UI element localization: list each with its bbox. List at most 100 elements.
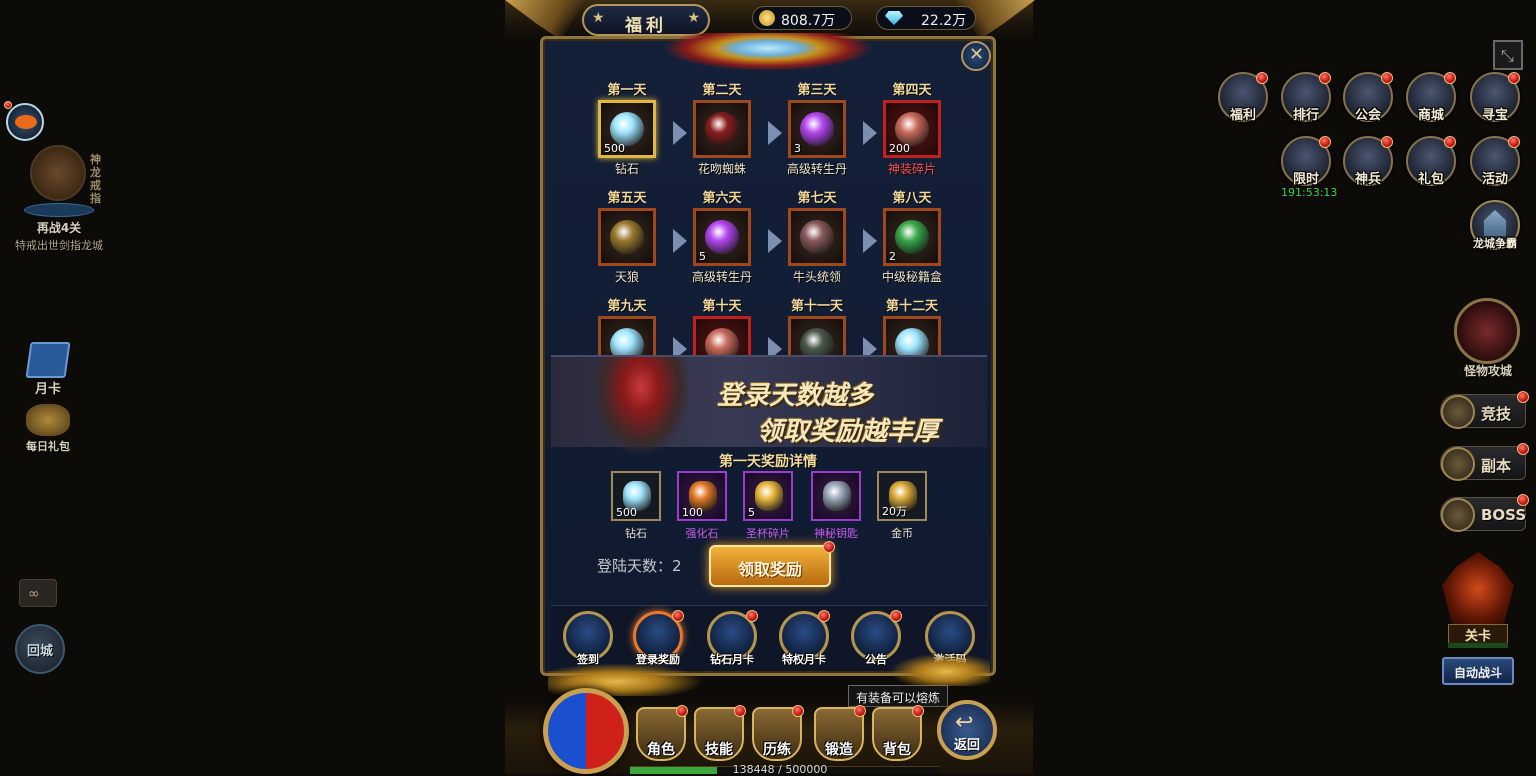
reward-qty: 2: [889, 250, 896, 263]
detail-items: 500 钻石 100 强化石 5 圣杯碎片 神秘钥匙 20万 金币: [543, 471, 993, 541]
right-menu-button[interactable]: 排行: [1281, 72, 1331, 123]
right-menu-button[interactable]: 商城: [1406, 72, 1456, 123]
right-menu-button[interactable]: 活动: [1470, 136, 1520, 187]
fullscreen-button[interactable]: ⤡: [1493, 40, 1523, 70]
coin-icon: [759, 10, 775, 26]
detail-reward-slot[interactable]: 500: [611, 471, 661, 521]
close-button[interactable]: ✕: [961, 41, 991, 71]
login-days-value: 2: [672, 557, 682, 575]
timer-text: 191:53:13: [1281, 186, 1338, 199]
day-reward[interactable]: 第九天: [587, 295, 667, 355]
skull-icon: [1441, 498, 1475, 532]
close-icon: ✕: [969, 44, 985, 65]
reward-name: 天狼: [614, 270, 639, 284]
right-menu-button[interactable]: 限时: [1281, 136, 1331, 187]
gold-value: 808.7万: [781, 13, 836, 29]
month-card-button[interactable]: 月卡: [22, 342, 74, 397]
day-title: 第七天: [797, 191, 837, 206]
reward-item-icon: [895, 220, 929, 254]
dragon-war-button[interactable]: 龙城争霸: [1470, 200, 1520, 250]
day-reward[interactable]: 第八天 2 中级秘籍盒: [872, 187, 952, 285]
arena-button[interactable]: 竞技: [1440, 391, 1529, 429]
detail-reward-name: 圣杯碎片: [746, 527, 790, 540]
day-title: 第五天: [607, 191, 647, 206]
day-reward[interactable]: 第十天: [682, 295, 762, 355]
day-reward[interactable]: 第五天 天狼: [587, 187, 667, 285]
day-title: 第八天: [892, 191, 932, 206]
detail-reward-name: 神秘钥匙: [814, 527, 858, 540]
dungeon-button[interactable]: 副本: [1440, 443, 1529, 481]
reward-item-icon: [755, 481, 783, 511]
heroine-art: [591, 357, 691, 457]
right-menu-button[interactable]: 礼包: [1406, 136, 1456, 187]
right-menu-button[interactable]: 公会: [1343, 72, 1393, 123]
stage-progress-bar: [1448, 643, 1508, 648]
right-menu-button[interactable]: 寻宝: [1470, 72, 1520, 123]
bottom-menu-button[interactable]: 锻造: [814, 705, 866, 761]
bottom-menu-button[interactable]: 历练: [752, 705, 804, 761]
auto-battle-button[interactable]: 自动战斗: [1442, 657, 1514, 685]
panel-tab[interactable]: 钻石月卡: [705, 610, 759, 667]
boss-button[interactable]: BOSS: [1440, 494, 1529, 532]
daily-gift-button[interactable]: 每日礼包: [20, 402, 76, 456]
player-avatar[interactable]: [4, 101, 44, 141]
bottom-menu-button[interactable]: 技能: [694, 705, 746, 761]
reward-name: 高级转生丹: [691, 270, 752, 284]
login-days-label: 登陆天数：2: [597, 555, 682, 576]
login-days-text: 登陆天数：: [597, 557, 673, 575]
banner-line-2: 领取奖励越丰厚: [757, 417, 940, 447]
day-reward[interactable]: 第四天 200 神装碎片: [872, 79, 952, 177]
boss-side-text: 神龙戒指: [90, 153, 101, 205]
claim-reward-button[interactable]: 领取奖励: [709, 541, 835, 587]
stage-label: 关卡: [1448, 624, 1508, 645]
panel-tab[interactable]: 登录奖励: [631, 610, 685, 667]
bottom-menu-button[interactable]: 角色: [636, 705, 688, 761]
right-menu-button[interactable]: 福利: [1218, 72, 1268, 123]
reward-item-icon: [895, 328, 929, 355]
detail-reward-name: 金币: [891, 527, 913, 540]
monster-siege-button[interactable]: 怪物攻城: [1448, 294, 1528, 378]
day-reward[interactable]: 第二天 花吻蜘蛛: [682, 79, 762, 177]
chat-button[interactable]: ∞: [19, 579, 57, 607]
day-title: 第十天: [702, 299, 742, 314]
boss-challenge[interactable]: 神龙戒指 再战4关 特戒出世剑指龙城: [12, 145, 112, 260]
boss-portrait: [30, 145, 86, 201]
back-label: 返回: [953, 738, 980, 753]
bottom-menu-button[interactable]: 背包: [872, 705, 924, 761]
detail-reward-slot[interactable]: 5: [743, 471, 793, 521]
reward-name: 花吻蜘蛛: [697, 162, 746, 176]
day-title: 第九天: [607, 299, 647, 314]
reward-qty: 20万: [882, 505, 907, 518]
title-plate: ★ 福利 ★: [582, 4, 710, 36]
reward-slot: [788, 316, 846, 355]
day-reward[interactable]: 第十二天: [872, 295, 952, 355]
reward-slot: [693, 100, 751, 158]
boss-hint: 特戒出世剑指龙城: [15, 239, 103, 252]
day-title: 第十一天: [790, 299, 843, 314]
day-reward[interactable]: 第三天 3 高级转生丹: [777, 79, 857, 177]
gold-counter: 808.7万: [752, 6, 852, 30]
right-menu-button[interactable]: 神兵: [1343, 136, 1393, 187]
reward-slot: 5: [693, 208, 751, 266]
reward-item-icon: [800, 112, 834, 146]
day-reward[interactable]: 第一天 500 钻石: [587, 79, 667, 177]
shield-icon: [1441, 447, 1475, 481]
reward-qty: 3: [794, 142, 801, 155]
reward-qty: 5: [748, 506, 755, 519]
day-title: 第一天: [607, 83, 647, 98]
panel-tab[interactable]: 特权月卡: [777, 610, 831, 667]
day-reward[interactable]: 第十一天: [777, 295, 857, 355]
back-button[interactable]: ↩ 返回: [937, 700, 997, 760]
panel-tab[interactable]: 签到: [561, 611, 615, 667]
reward-name: 中级秘籍盒: [881, 270, 942, 284]
detail-reward-slot[interactable]: 100: [677, 471, 727, 521]
promo-banner: 登录天数越多 领取奖励越丰厚: [551, 355, 987, 457]
return-city-button[interactable]: 回城: [15, 624, 65, 674]
detail-reward-slot[interactable]: [811, 471, 861, 521]
detail-reward-slot[interactable]: 20万: [877, 471, 927, 521]
auto-battle-label: 自动战斗: [1453, 666, 1502, 680]
stage-button[interactable]: 关卡: [1434, 548, 1522, 648]
day-reward[interactable]: 第六天 5 高级转生丹: [682, 187, 762, 285]
day-reward[interactable]: 第七天 牛头统领: [777, 187, 857, 285]
reward-slot: 200: [883, 100, 941, 158]
